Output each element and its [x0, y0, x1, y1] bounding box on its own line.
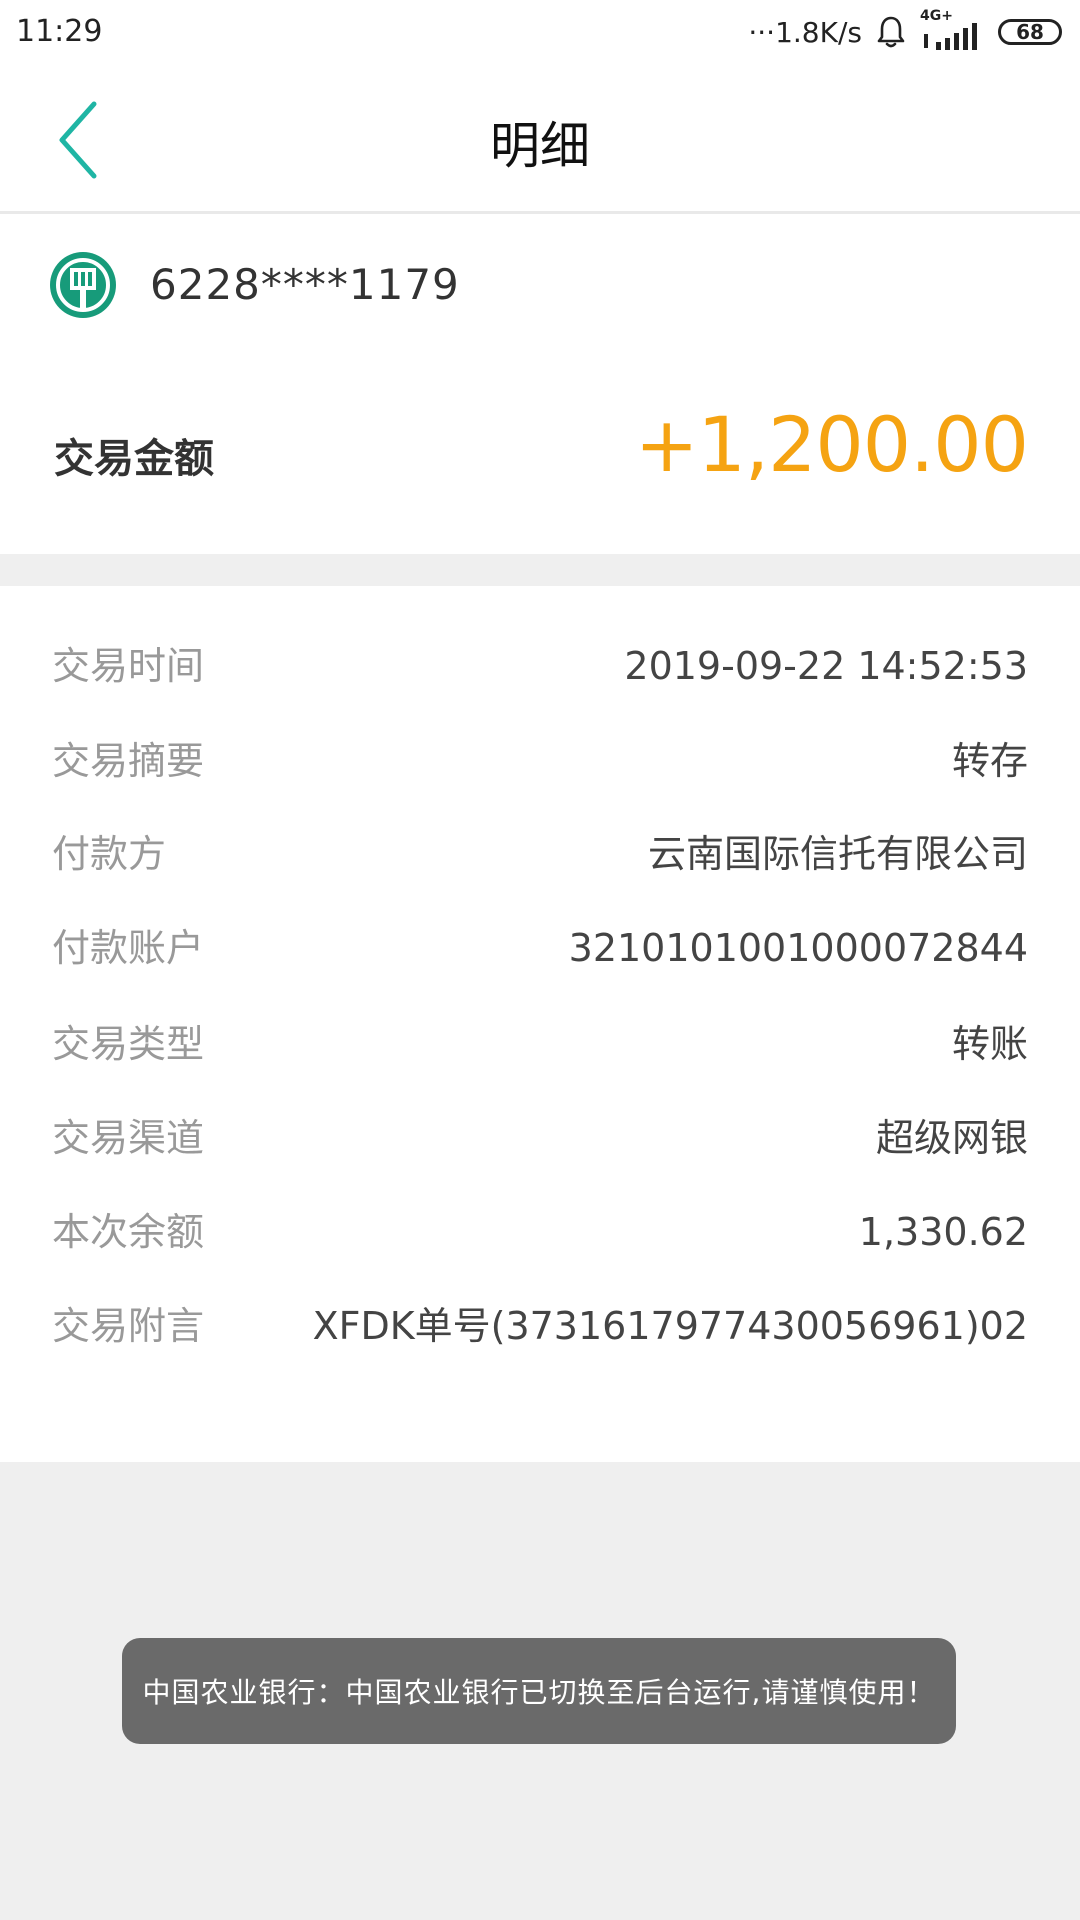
status-icons: ···1.8K/s 4G+ 68 — [748, 8, 1062, 52]
detail-row-balance: 本次余额 1,330.62 — [0, 1202, 1080, 1262]
detail-value: 转账 — [951, 1022, 1028, 1066]
detail-row-payer-account: 付款账户 3210101001000072844 — [0, 918, 1080, 978]
network-signal: 4G+ — [920, 8, 984, 52]
signal-icon — [920, 22, 984, 52]
detail-row-summary: 交易摘要 转存 — [0, 731, 1080, 791]
detail-value: 2019-09-22 14:52:53 — [624, 644, 1028, 688]
status-time: 11:29 — [16, 14, 103, 49]
amount-label: 交易金额 — [54, 436, 214, 482]
detail-value: 3210101001000072844 — [568, 926, 1028, 970]
detail-label: 交易时间 — [52, 644, 205, 688]
detail-value: 超级网银 — [875, 1116, 1028, 1160]
detail-value: 转存 — [951, 739, 1028, 783]
toast-message: 中国农业银行：中国农业银行已切换至后台运行,请谨慎使用！ — [122, 1638, 956, 1744]
amount-value: +1,200.00 — [634, 400, 1029, 489]
detail-value: 云南国际信托有限公司 — [647, 832, 1028, 876]
detail-label: 交易附言 — [52, 1304, 205, 1348]
detail-label: 付款方 — [52, 832, 167, 876]
detail-row-payer: 付款方 云南国际信托有限公司 — [0, 824, 1080, 884]
detail-row-remark: 交易附言 XFDK单号(3731617977430056961)02 — [0, 1296, 1080, 1356]
page-title: 明细 — [490, 117, 590, 175]
net-speed: ···1.8K/s — [748, 15, 862, 49]
bell-icon — [876, 15, 906, 49]
account-card: 6228****1179 交易金额 +1,200.00 — [0, 214, 1080, 554]
detail-row-time: 交易时间 2019-09-22 14:52:53 — [0, 636, 1080, 696]
detail-label: 付款账户 — [52, 926, 205, 970]
bank-logo-icon — [48, 250, 118, 320]
header: 明细 — [0, 66, 1080, 214]
transaction-details: 交易时间 2019-09-22 14:52:53 交易摘要 转存 付款方 云南国… — [0, 586, 1080, 1462]
detail-label: 本次余额 — [52, 1210, 205, 1254]
detail-label: 交易摘要 — [52, 739, 205, 783]
detail-value: XFDK单号(3731617977430056961)02 — [312, 1304, 1028, 1348]
detail-row-channel: 交易渠道 超级网银 — [0, 1108, 1080, 1168]
battery-indicator: 68 — [998, 19, 1062, 45]
card-number: 6228****1179 — [150, 260, 460, 309]
detail-value: 1,330.62 — [858, 1210, 1028, 1254]
toast-text: 中国农业银行：中国农业银行已切换至后台运行,请谨慎使用！ — [142, 1676, 936, 1709]
detail-row-type: 交易类型 转账 — [0, 1014, 1080, 1074]
detail-label: 交易类型 — [52, 1022, 205, 1066]
detail-label: 交易渠道 — [52, 1116, 205, 1160]
status-bar: 11:29 ···1.8K/s 4G+ 68 — [0, 0, 1080, 66]
